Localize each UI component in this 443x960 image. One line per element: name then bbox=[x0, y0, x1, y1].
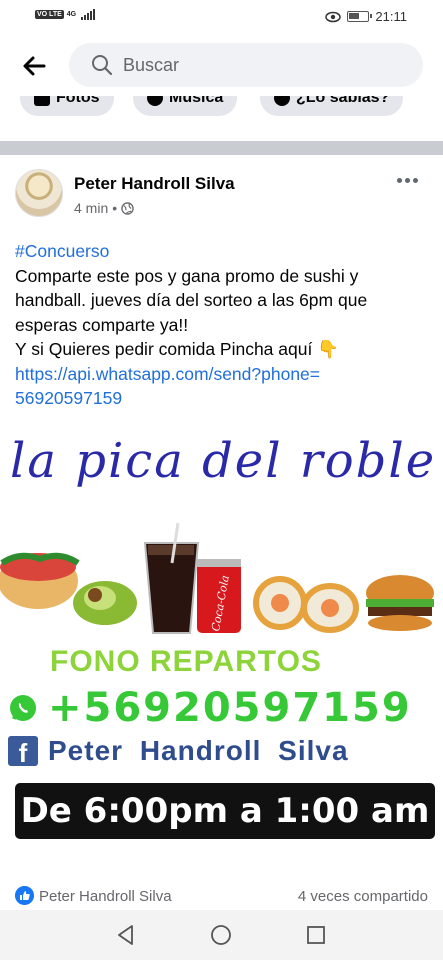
share-count[interactable]: 4 veces compartido bbox=[298, 888, 428, 905]
post-footer: Peter Handroll Silva 4 veces compartido bbox=[0, 881, 443, 911]
soda-can-icon: Coca-Cola bbox=[197, 559, 241, 633]
phone-number: +56920597159 bbox=[48, 685, 412, 731]
post-card: Peter Handroll Silva 4 min • #Concuerso … bbox=[0, 155, 443, 917]
signal-icon bbox=[81, 9, 96, 20]
post-time[interactable]: 4 min bbox=[74, 200, 108, 216]
post-image[interactable]: la pica del roble Coca-Cola FONO REPARTO… bbox=[0, 423, 443, 871]
globe-icon bbox=[121, 201, 134, 215]
system-nav-bar bbox=[0, 910, 443, 960]
cola-glass-icon bbox=[143, 522, 200, 634]
like-reaction-icon[interactable] bbox=[15, 886, 34, 905]
food-illustration: Coca-Cola bbox=[0, 522, 434, 634]
whatsapp-icon bbox=[10, 695, 36, 721]
more-options-button[interactable] bbox=[397, 173, 421, 187]
status-bar: VO LTE 4G 21:11 bbox=[0, 0, 443, 34]
post-text-line: Y si Quieres pedir comida Pincha aquí 👇 bbox=[15, 339, 339, 359]
search-box[interactable] bbox=[69, 43, 423, 87]
lightbulb-icon bbox=[274, 96, 290, 106]
eye-icon bbox=[325, 11, 342, 22]
dot-icon bbox=[413, 177, 418, 183]
facebook-icon: f bbox=[8, 736, 38, 768]
dot-icon bbox=[397, 177, 402, 183]
post-text-line: Comparte este pos y gana promo de sushi … bbox=[15, 265, 359, 286]
photo-icon bbox=[34, 96, 50, 106]
search-header bbox=[0, 34, 443, 96]
facebook-name: Peter Handroll Silva bbox=[48, 735, 349, 766]
volte-badge: VO LTE bbox=[35, 10, 64, 19]
dot-icon bbox=[405, 177, 410, 183]
whatsapp-row: +56920597159 bbox=[8, 685, 412, 731]
network-type-label: 4G bbox=[66, 11, 77, 18]
chip-did-you-know[interactable]: ¿Lo sabías? bbox=[260, 96, 404, 116]
back-nav-icon[interactable] bbox=[114, 923, 138, 947]
chip-label: Fotos bbox=[56, 96, 100, 106]
network-indicators: VO LTE 4G bbox=[35, 9, 96, 20]
home-nav-icon[interactable] bbox=[209, 923, 233, 947]
sushi-icon bbox=[253, 576, 359, 633]
hours-banner: De 6:00pm a 1:00 am bbox=[15, 783, 435, 839]
status-right: 21:11 bbox=[325, 9, 407, 24]
post-text-line: handball. jueves día del sorteo a las 6p… bbox=[15, 290, 368, 310]
hotdog-icon bbox=[0, 552, 137, 625]
clock: 21:11 bbox=[375, 9, 407, 24]
post-text-line: esperas comparte ya!! bbox=[15, 314, 189, 335]
music-icon bbox=[147, 96, 163, 106]
image-title: la pica del roble bbox=[10, 433, 437, 489]
facebook-row: f Peter Handroll Silva bbox=[8, 735, 349, 768]
search-input[interactable] bbox=[123, 43, 403, 87]
chip-label: ¿Lo sabías? bbox=[296, 96, 390, 106]
post-text: #Concuerso Comparte este pos y gana prom… bbox=[15, 239, 433, 411]
recents-nav-icon[interactable] bbox=[304, 923, 328, 947]
avatar[interactable] bbox=[15, 169, 63, 217]
search-icon bbox=[92, 55, 113, 76]
post-author[interactable]: Peter Handroll Silva bbox=[74, 174, 235, 194]
section-divider bbox=[0, 141, 443, 155]
filter-chips: Fotos Música ¿Lo sabías? bbox=[0, 96, 443, 120]
whatsapp-link[interactable]: https://api.whatsapp.com/send?phone= bbox=[15, 362, 433, 387]
post-meta: 4 min • bbox=[74, 200, 134, 216]
chip-music[interactable]: Música bbox=[133, 96, 238, 116]
reactor-name[interactable]: Peter Handroll Silva bbox=[39, 888, 172, 905]
delivery-label: FONO REPARTOS bbox=[50, 645, 322, 678]
battery-icon bbox=[347, 11, 373, 22]
whatsapp-link-number[interactable]: 56920597159 bbox=[15, 386, 433, 411]
meta-separator: • bbox=[112, 200, 118, 216]
chip-label: Música bbox=[169, 96, 224, 106]
back-arrow-icon[interactable] bbox=[20, 52, 48, 80]
hashtag-link[interactable]: #Concuerso bbox=[15, 239, 433, 264]
burger-icon bbox=[366, 575, 434, 631]
chip-photos[interactable]: Fotos bbox=[20, 96, 114, 116]
